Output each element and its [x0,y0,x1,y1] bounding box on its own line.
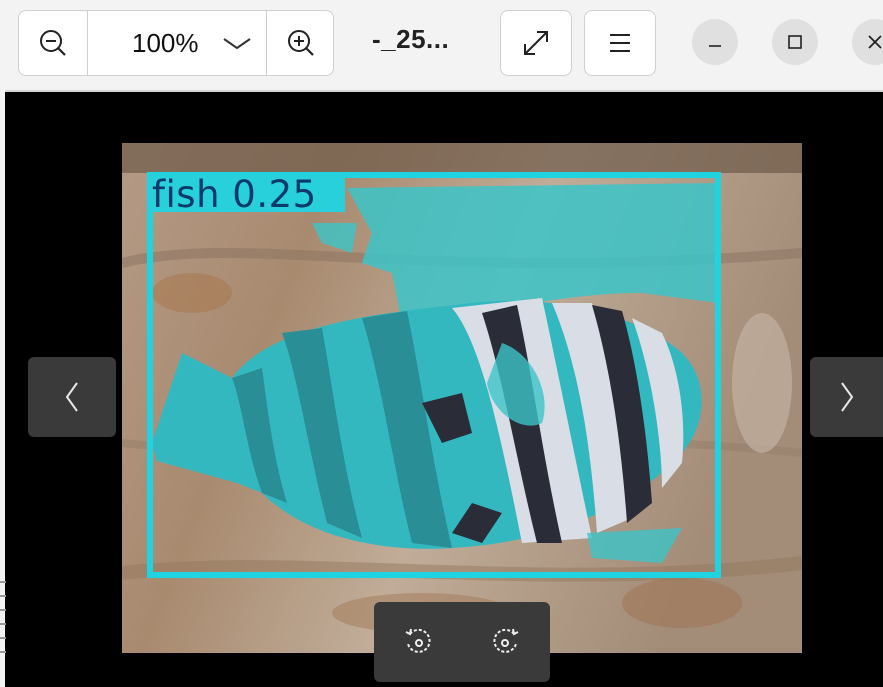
previous-image-button[interactable] [28,357,116,437]
rotate-left-button[interactable] [398,622,438,662]
minimize-icon [709,45,721,47]
zoom-level-select[interactable]: 100% [88,11,266,75]
file-name: -_25... [372,24,450,54]
rotate-right-icon [493,628,519,653]
title-bar: 100% -_25... [0,0,883,92]
detection-image [122,143,802,653]
chevron-left-icon [65,382,78,412]
maximize-icon [788,35,802,49]
minimize-button[interactable] [692,19,738,65]
zoom-value: 100% [132,27,199,58]
fullscreen-button[interactable] [500,10,572,76]
close-icon [868,35,882,49]
rotate-left-icon [405,628,431,653]
close-button[interactable] [852,19,883,65]
fullscreen-icon [524,31,548,55]
next-image-button[interactable] [810,357,883,437]
zoom-out-icon [40,30,66,56]
chevron-right-icon [840,382,853,412]
hamburger-menu-icon [610,34,630,52]
menu-button[interactable] [584,10,656,76]
rotation-toolbar [374,602,550,682]
maximize-button[interactable] [772,19,818,65]
zoom-in-icon [288,30,314,56]
zoom-control-group: 100% [18,10,334,76]
chevron-down-icon [223,38,251,50]
zoom-out-button[interactable] [19,11,87,75]
rotate-right-button[interactable] [486,622,526,662]
zoom-in-button[interactable] [267,11,335,75]
detection-label: fish 0.25 [152,173,317,216]
resize-grip [0,581,6,653]
